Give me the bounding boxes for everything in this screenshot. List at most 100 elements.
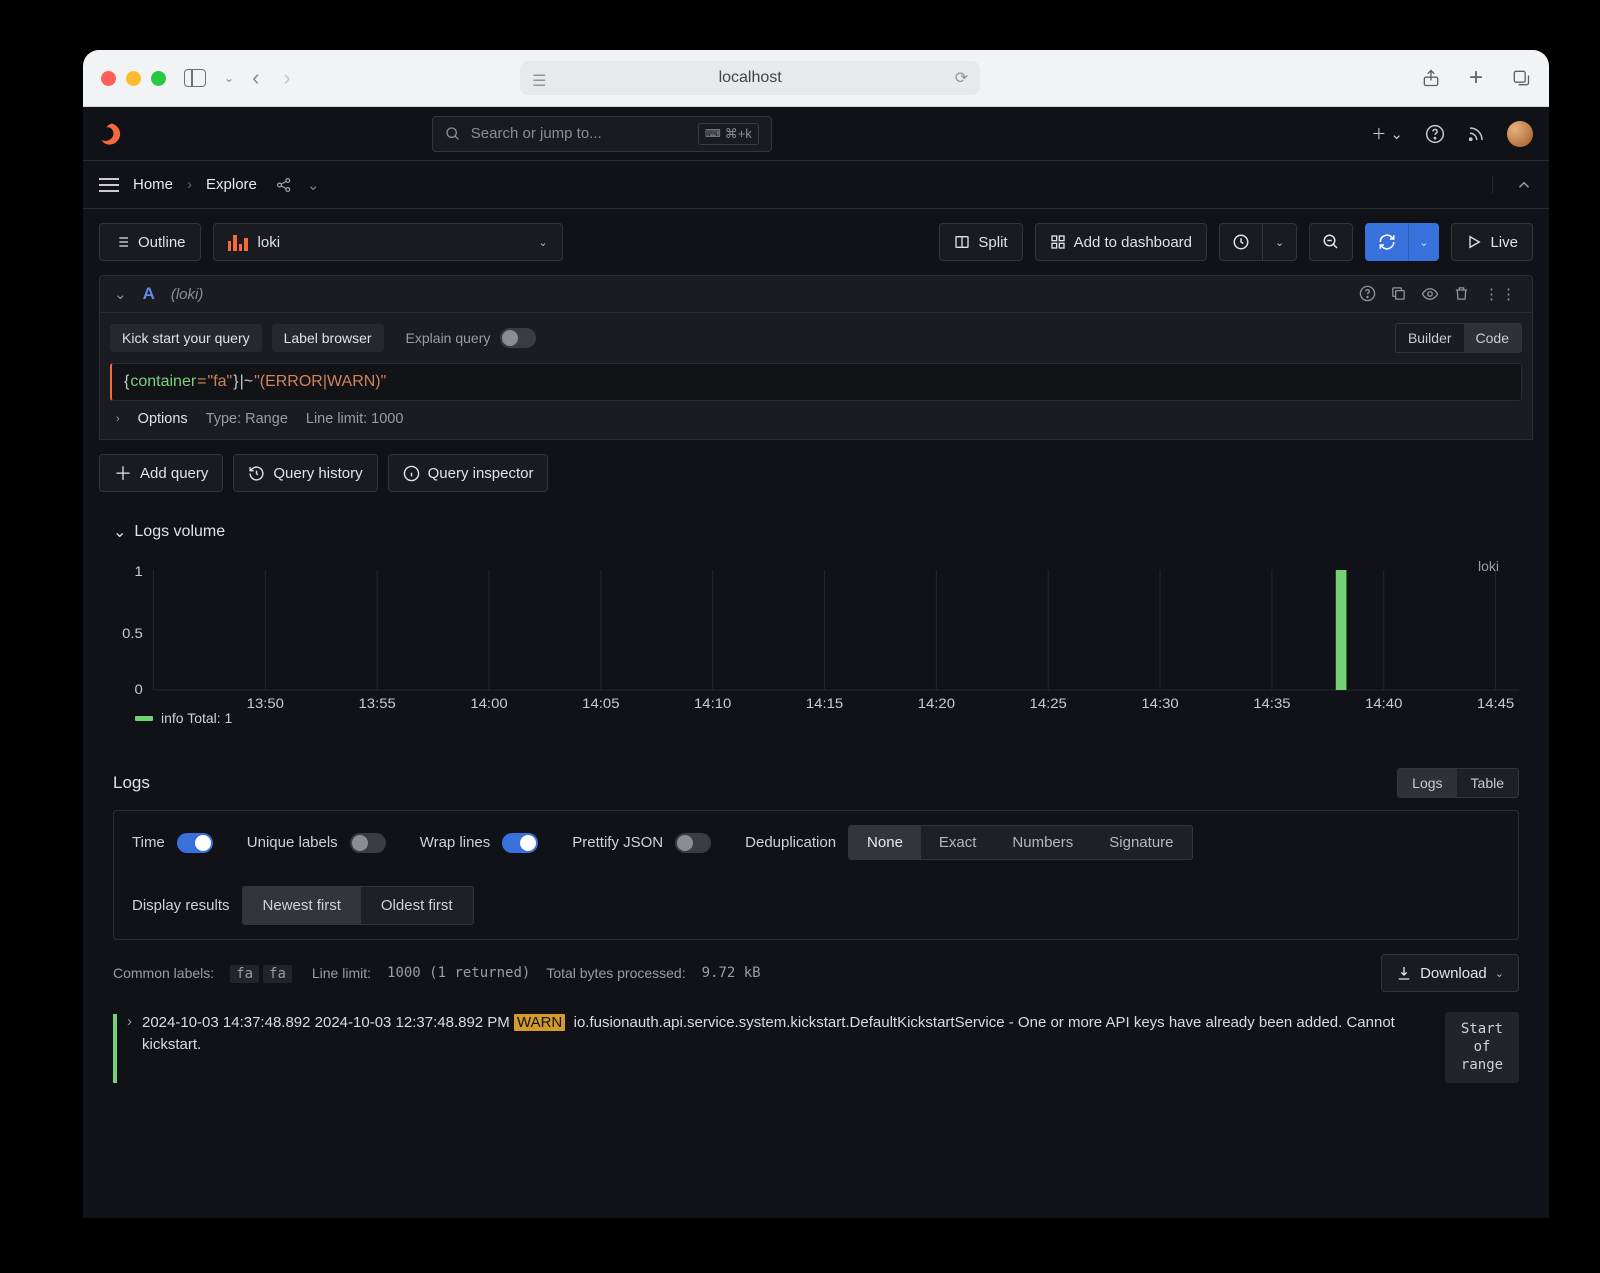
list-icon <box>114 234 130 250</box>
query-inspector-button[interactable]: Query inspector <box>388 454 549 492</box>
chevron-down-icon[interactable]: ⌄ <box>114 285 127 303</box>
collapse-icon[interactable] <box>1492 176 1533 194</box>
dedup-numbers[interactable]: Numbers <box>994 826 1091 859</box>
window-controls[interactable] <box>101 71 166 86</box>
query-history-button[interactable]: Query history <box>233 454 377 492</box>
expand-icon[interactable]: › <box>127 1012 132 1030</box>
opt-display-results: Display results Newest first Oldest firs… <box>132 886 1500 925</box>
view-table[interactable]: Table <box>1457 769 1518 797</box>
svg-text:14:10: 14:10 <box>694 696 731 708</box>
query-options-row[interactable]: › Options Type: Range Line limit: 1000 <box>110 401 1522 431</box>
global-search[interactable]: Search or jump to... ⌨⌘+k <box>432 116 772 152</box>
chevron-down-icon[interactable]: ⌄ <box>113 522 126 542</box>
bytes-label: Total bytes processed: <box>546 965 685 981</box>
trash-icon[interactable] <box>1453 285 1470 303</box>
new-tab-icon[interactable]: + <box>1469 64 1483 92</box>
chevron-right-icon[interactable]: › <box>116 413 120 425</box>
dedup-none[interactable]: None <box>849 826 921 859</box>
sidebar-toggle-icon[interactable] <box>184 69 206 87</box>
svg-text:13:50: 13:50 <box>247 696 284 708</box>
add-icon[interactable]: ＋⌄ <box>1371 123 1403 144</box>
logs-volume-header[interactable]: ⌄ Logs volume <box>99 510 1533 554</box>
tabs-icon[interactable] <box>1511 68 1531 88</box>
toggle-off-icon[interactable] <box>500 328 536 348</box>
logs-volume-chart[interactable]: loki 1 0.5 0 <box>113 558 1519 728</box>
chevron-down-icon[interactable]: ⌄ <box>307 176 320 194</box>
logs-view-switch[interactable]: Logs Table <box>1397 768 1519 798</box>
editor-mode-switch[interactable]: Builder Code <box>1395 323 1522 353</box>
common-labels-label: Common labels: <box>113 965 214 981</box>
user-avatar[interactable] <box>1507 121 1533 147</box>
help-icon[interactable] <box>1425 124 1445 144</box>
zoom-out-button[interactable] <box>1309 223 1353 261</box>
help-icon[interactable] <box>1359 285 1376 303</box>
mode-builder[interactable]: Builder <box>1396 324 1464 352</box>
query-letter: A <box>143 284 155 304</box>
live-button[interactable]: Live <box>1451 223 1533 261</box>
download-button[interactable]: Download ⌄ <box>1381 954 1519 992</box>
maximize-window-icon[interactable] <box>151 71 166 86</box>
time-range-button[interactable] <box>1219 223 1262 261</box>
copy-icon[interactable] <box>1390 285 1407 303</box>
split-button[interactable]: Split <box>939 223 1022 261</box>
grafana-logo-icon[interactable] <box>99 121 125 147</box>
close-window-icon[interactable] <box>101 71 116 86</box>
svg-text:14:15: 14:15 <box>806 696 843 708</box>
view-logs[interactable]: Logs <box>1398 769 1456 797</box>
toggle-off-icon[interactable] <box>675 833 711 853</box>
range-marker: Start of range <box>1445 1012 1519 1083</box>
add-to-dashboard-button[interactable]: Add to dashboard <box>1035 223 1207 261</box>
query-editor: ⌄ A (loki) ⋮⋮ Kick start your query Labe… <box>99 275 1533 492</box>
line-limit-value: 1000 (1 returned) <box>387 965 530 981</box>
rss-icon[interactable] <box>1467 125 1485 143</box>
explore-toolbar: Outline loki ⌄ Split Add to dashboard <box>83 209 1549 275</box>
svg-text:14:20: 14:20 <box>918 696 955 708</box>
kickstart-button[interactable]: Kick start your query <box>110 324 262 352</box>
opt-time[interactable]: Time <box>132 833 213 853</box>
log-row[interactable]: › 2024-10-03 14:37:48.892 2024-10-03 12:… <box>99 1006 1533 1083</box>
logql-input[interactable]: {container="fa"} |~ "(ERROR|WARN)" <box>110 363 1522 401</box>
opt-dedup: Deduplication None Exact Numbers Signatu… <box>745 825 1192 860</box>
share-icon[interactable] <box>275 176 293 194</box>
site-settings-icon[interactable]: ☰ <box>532 71 546 85</box>
dedup-exact[interactable]: Exact <box>921 826 995 859</box>
query-header[interactable]: ⌄ A (loki) ⋮⋮ <box>99 275 1533 312</box>
order-oldest[interactable]: Oldest first <box>361 887 473 924</box>
logs-title: Logs <box>113 773 150 793</box>
eye-icon[interactable] <box>1421 285 1439 303</box>
label-browser-button[interactable]: Label browser <box>272 324 384 352</box>
toggle-on-icon[interactable] <box>502 833 538 853</box>
forward-icon[interactable]: › <box>283 65 290 91</box>
svg-text:0.5: 0.5 <box>122 626 143 641</box>
add-query-button[interactable]: ＋ Add query <box>99 454 223 492</box>
order-segment[interactable]: Newest first Oldest first <box>242 886 474 925</box>
run-query-button[interactable] <box>1365 223 1408 261</box>
outline-button[interactable]: Outline <box>99 223 201 261</box>
breadcrumb-explore[interactable]: Explore <box>206 176 257 193</box>
breadcrumb-home[interactable]: Home <box>133 176 173 193</box>
dedup-signature[interactable]: Signature <box>1091 826 1191 859</box>
share-icon[interactable] <box>1421 68 1441 88</box>
dedup-segment[interactable]: None Exact Numbers Signature <box>848 825 1192 860</box>
address-bar[interactable]: ☰ localhost ⟳ <box>520 61 980 95</box>
search-icon <box>445 126 461 142</box>
reload-icon[interactable]: ⟳ <box>955 68 968 88</box>
run-interval-caret[interactable]: ⌄ <box>1408 223 1439 261</box>
menu-icon[interactable] <box>99 178 119 192</box>
back-icon[interactable]: ‹ <box>252 65 259 91</box>
mode-code[interactable]: Code <box>1464 324 1521 352</box>
toggle-on-icon[interactable] <box>177 833 213 853</box>
explain-query-toggle[interactable]: Explain query <box>406 328 537 348</box>
minimize-window-icon[interactable] <box>126 71 141 86</box>
time-range-caret[interactable]: ⌄ <box>1262 223 1297 261</box>
datasource-picker[interactable]: loki ⌄ <box>213 223 563 261</box>
url-text: localhost <box>719 69 782 87</box>
opt-unique-labels[interactable]: Unique labels <box>247 833 386 853</box>
order-newest[interactable]: Newest first <box>243 887 361 924</box>
opt-prettify-json[interactable]: Prettify JSON <box>572 833 711 853</box>
drag-handle-icon[interactable]: ⋮⋮ <box>1484 285 1518 303</box>
opt-wrap-lines[interactable]: Wrap lines <box>420 833 539 853</box>
log-level-highlight: WARN <box>514 1014 565 1031</box>
toggle-off-icon[interactable] <box>350 833 386 853</box>
chevron-down-icon[interactable]: ⌄ <box>224 71 234 85</box>
